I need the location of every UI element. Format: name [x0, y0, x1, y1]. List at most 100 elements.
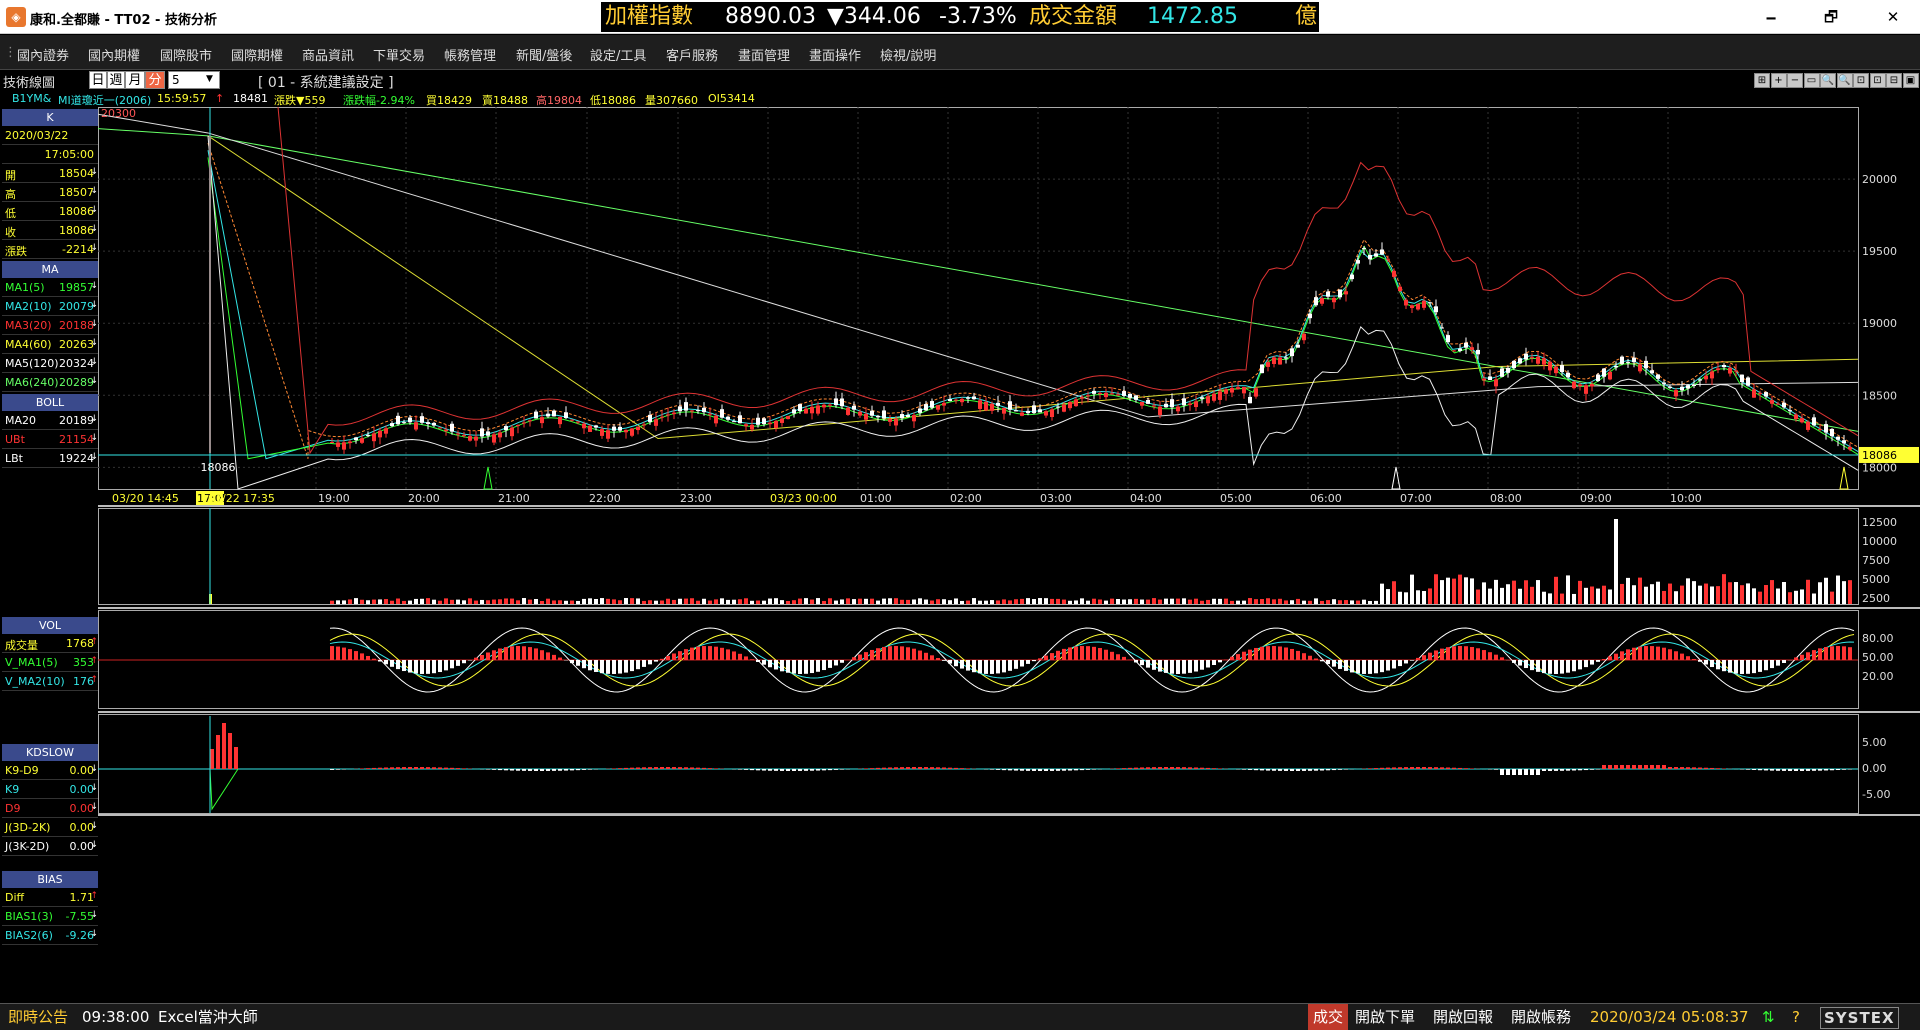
bias-bar	[1758, 769, 1762, 771]
candle-body	[1722, 364, 1726, 368]
period-minute-button[interactable]: 分	[145, 71, 165, 89]
open-report-button[interactable]: 開啟回報	[1433, 1004, 1493, 1030]
maximize-button[interactable]: 🗗	[1808, 0, 1854, 34]
close-button[interactable]: ✕	[1870, 0, 1916, 34]
volume-bar	[762, 600, 766, 604]
volume-bar	[768, 598, 772, 604]
bias-bar	[1410, 767, 1414, 769]
volume-bar	[1710, 586, 1714, 604]
chart-tool-icon-5[interactable]: 🔍	[1836, 73, 1853, 88]
announce-message[interactable]: Excel當沖大師	[158, 1004, 258, 1030]
chart-tool-icon-2[interactable]: −	[1787, 73, 1803, 88]
time-axis-label: 08:00	[1490, 492, 1522, 505]
chart-area[interactable]: 20000 19500 19000 18500 18000 20300 18086 18086…	[98, 107, 1920, 997]
candle-body	[1494, 379, 1498, 387]
volume-bar	[1086, 600, 1090, 604]
time-axis-label: 02:00	[950, 492, 982, 505]
chart-tool-icon-9[interactable]: ▣	[1902, 73, 1919, 88]
menu-item-2[interactable]: 國際股市	[160, 45, 212, 64]
chart-tool-icon-1[interactable]: +	[1770, 73, 1787, 88]
menu-item-7[interactable]: 新聞/盤後	[516, 45, 572, 64]
bias-bar	[1296, 769, 1300, 771]
time-axis-label: 20:00	[408, 492, 440, 505]
candle-body	[990, 403, 994, 411]
quote-oi: OI53414	[708, 92, 755, 105]
candle-body	[954, 399, 958, 401]
kd-histogram-bar	[1200, 660, 1204, 670]
bias-bar	[840, 769, 844, 770]
menu-item-0[interactable]: 國內證券	[17, 45, 69, 64]
announce-label[interactable]: 即時公告	[8, 1004, 68, 1030]
bias-bar	[1380, 767, 1384, 769]
chart-tool-icon-0[interactable]: ⊞	[1754, 73, 1770, 88]
chart-canvas[interactable]: 2000019500190001850018000203001808618086…	[98, 107, 1920, 997]
kd-histogram-bar	[1218, 660, 1222, 663]
candle-body	[498, 432, 502, 438]
menu-item-10[interactable]: 畫面管理	[738, 45, 790, 64]
bias-bar	[420, 767, 424, 769]
panel-header-bias: BIAS	[2, 871, 98, 888]
bias-bar	[930, 767, 934, 769]
candle-body	[1302, 333, 1306, 341]
bias-bar	[1122, 768, 1126, 769]
bias1-line	[209, 768, 239, 811]
open-account-button[interactable]: 開啟帳務	[1511, 1004, 1571, 1030]
kd-histogram-bar	[1044, 655, 1048, 660]
candle-body	[1224, 389, 1228, 394]
kd-histogram-bar	[1464, 646, 1468, 660]
menu-item-12[interactable]: 檢視/說明	[880, 45, 936, 64]
panel-label: K9	[5, 783, 20, 796]
bias-bar	[1182, 767, 1186, 769]
candle-body	[456, 433, 460, 435]
menu-item-1[interactable]: 國內期權	[88, 45, 140, 64]
panel-label: MA3(20)	[5, 319, 52, 332]
candle-body	[408, 417, 412, 423]
kd-histogram-bar	[1434, 650, 1438, 660]
chart-tool-icon-8[interactable]: ⊟	[1886, 73, 1902, 88]
volume-bar	[678, 598, 682, 604]
bias-bar	[462, 768, 466, 769]
kd-histogram-bar	[1842, 646, 1846, 660]
menu-item-6[interactable]: 帳務管理	[444, 45, 496, 64]
menu-item-4[interactable]: 商品資訊	[302, 45, 354, 64]
candle-body	[924, 404, 928, 411]
chart-tool-icon-7[interactable]: ⊡	[1869, 73, 1886, 88]
volume-bar	[786, 600, 790, 604]
chart-tool-icon-3[interactable]: ▭	[1803, 73, 1820, 88]
bias-bar	[960, 768, 964, 769]
chart-tool-icon-6[interactable]: ⊡	[1853, 73, 1869, 88]
menu-item-3[interactable]: 國際期權	[231, 45, 283, 64]
kd-histogram-bar	[1242, 651, 1246, 660]
menu-item-9[interactable]: 客戶服務	[666, 45, 718, 64]
open-order-button[interactable]: 開啟下單	[1355, 1004, 1415, 1030]
period-month-button[interactable]: 月	[125, 71, 145, 89]
help-icon[interactable]: ?	[1792, 1004, 1800, 1030]
candle-body	[1596, 374, 1600, 382]
bias-bar	[1782, 769, 1786, 771]
panel-value: 20188	[59, 319, 94, 332]
panel-value: 18086	[59, 205, 94, 218]
candle-body	[432, 422, 436, 426]
bias-bar	[624, 767, 628, 769]
candle-body	[768, 422, 772, 425]
bias-bar	[1128, 767, 1132, 769]
candle-body	[1530, 357, 1534, 359]
bias-bar	[1836, 769, 1840, 771]
minimize-button[interactable]: 🗕	[1748, 0, 1794, 34]
candle-body	[534, 411, 538, 419]
menu-item-5[interactable]: 下單交易	[373, 45, 425, 64]
volume-axis-label: 7500	[1862, 554, 1890, 567]
kd-histogram-bar	[1092, 646, 1096, 660]
menu-item-8[interactable]: 設定/工具	[590, 45, 646, 64]
kd-histogram-bar	[1308, 655, 1312, 660]
candle-body	[1440, 327, 1444, 329]
period-day-button[interactable]: 日	[89, 71, 107, 89]
chart-tool-icon-4[interactable]: 🔍	[1820, 73, 1836, 88]
kd-histogram-bar	[1440, 648, 1444, 660]
bias-bar	[774, 769, 778, 771]
volume-bar	[1362, 599, 1366, 604]
menu-item-11[interactable]: 畫面操作	[809, 45, 861, 64]
chevron-down-icon[interactable]: ▼	[206, 74, 213, 84]
quote-time: 15:59:57	[157, 92, 207, 105]
period-week-button[interactable]: 週	[107, 71, 125, 89]
